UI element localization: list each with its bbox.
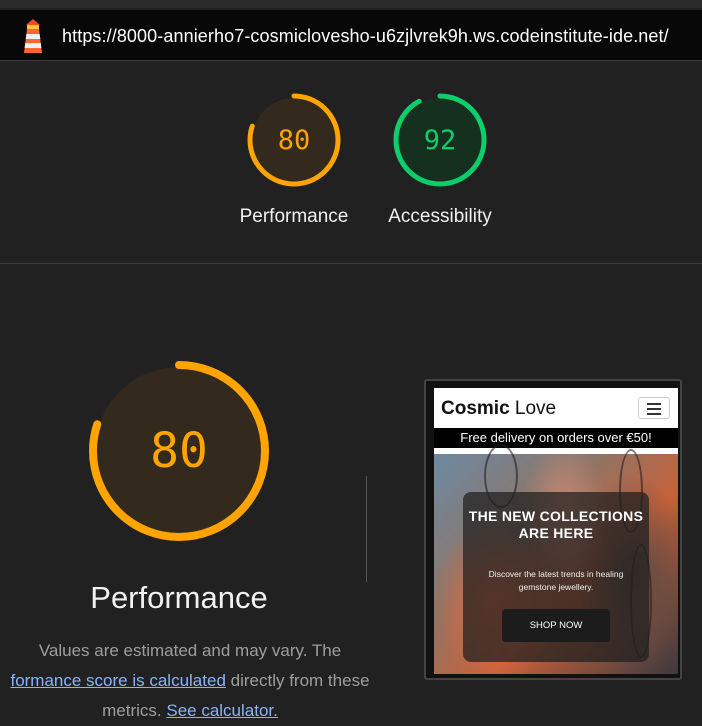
final-screenshot[interactable]: Cosmic Love Free delivery on orders over… (424, 379, 682, 680)
site-brand: Cosmic Love (441, 398, 557, 419)
performance-gauge: 80 (88, 360, 270, 542)
section-divider (0, 263, 702, 264)
delivery-banner: Free delivery on orders over €50! (434, 428, 678, 448)
accessibility-summary-label: Accessibility (388, 206, 492, 227)
hamburger-menu-icon (638, 397, 670, 419)
performance-summary-score: 80 (277, 124, 311, 156)
address-bar[interactable]: https://8000-annierho7-cosmiclovesho-u6z… (0, 10, 702, 61)
note-text-1: Values are estimated and may vary. The (38, 641, 342, 660)
performance-note: Values are estimated and may vary. The f… (0, 636, 400, 726)
accessibility-summary-gauge[interactable]: 92 (392, 92, 488, 188)
url-text[interactable]: https://8000-annierho7-cosmiclovesho-u6z… (62, 26, 669, 47)
browser-tab-strip (0, 0, 702, 8)
hero-subtitle: Discover the latest trends in healing ge… (488, 569, 624, 592)
hero-title: THE NEW COLLECTIONS ARE HERE (468, 508, 644, 541)
see-calculator-link[interactable]: See calculator. (166, 701, 278, 720)
performance-title: Performance (90, 580, 268, 615)
accessibility-summary-score: 92 (423, 124, 457, 156)
lighthouse-icon (24, 19, 42, 53)
shop-now-button: SHOP NOW (502, 609, 610, 642)
performance-summary-gauge[interactable]: 80 (246, 92, 342, 188)
vertical-divider (366, 476, 367, 582)
performance-summary-label: Performance (239, 206, 349, 227)
hero-card: THE NEW COLLECTIONS ARE HERE Discover th… (463, 492, 649, 662)
performance-score: 80 (150, 423, 208, 479)
site-navbar: Cosmic Love (434, 388, 678, 428)
screenshot-page: Cosmic Love Free delivery on orders over… (434, 388, 678, 674)
score-calculated-link[interactable]: formance score is calculated (10, 671, 225, 690)
hero-image: THE NEW COLLECTIONS ARE HERE Discover th… (434, 444, 678, 674)
